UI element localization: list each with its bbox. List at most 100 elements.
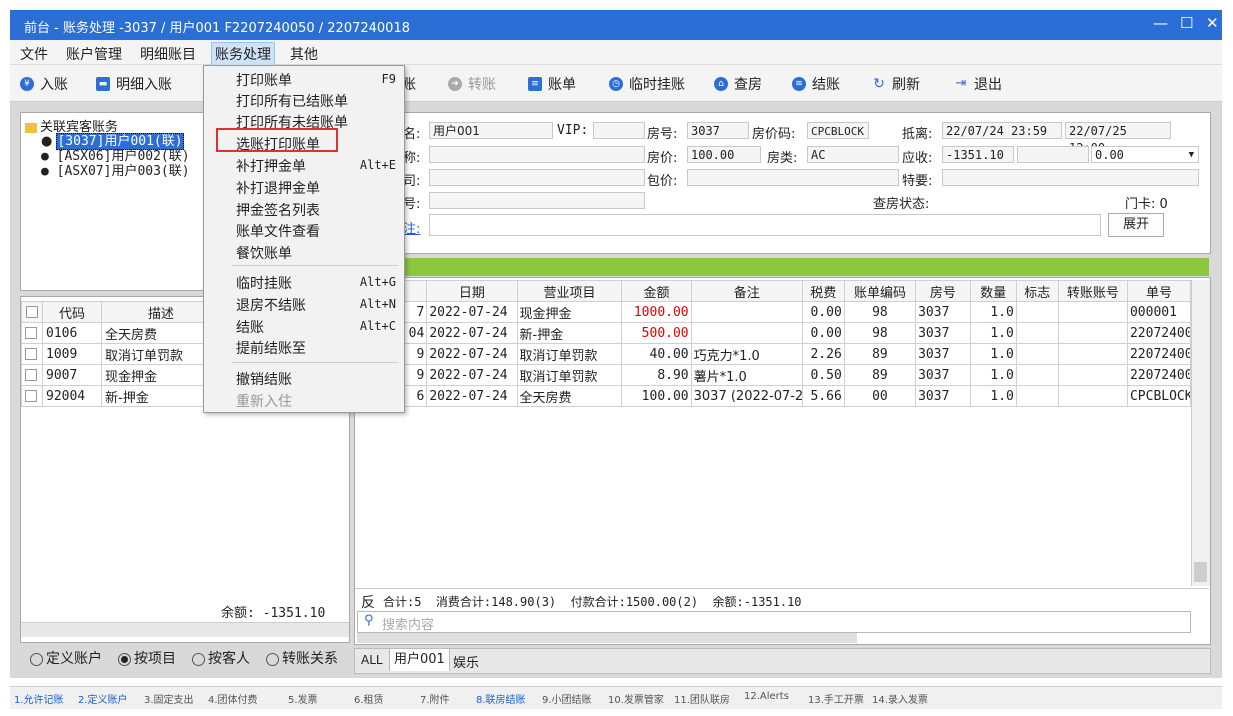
menu-item[interactable]: 餐饮账单 [236, 243, 292, 263]
tab-all[interactable]: ALL [361, 653, 383, 667]
table-row[interactable]: 9 2022-07-24 取消订单罚款 8.90 薯片*1.0 0.50 89 3037 1.0… [354, 364, 1192, 386]
row-checkbox[interactable] [25, 390, 37, 402]
room-field[interactable]: 3037 [687, 122, 749, 139]
grid-hscrollbar[interactable] [357, 633, 857, 643]
module-tab[interactable]: 13.手工开票 [808, 691, 864, 706]
guest-name-field[interactable]: 用户001 [429, 122, 553, 139]
menu-item[interactable]: 撤销结账 [236, 369, 292, 389]
col-header[interactable]: 营业项目 [516, 280, 623, 302]
menu-account-manage[interactable]: 账户管理 [66, 44, 122, 64]
menu-item[interactable]: 打印账单 [236, 70, 292, 90]
menu-item[interactable]: 临时挂账 [236, 273, 292, 293]
module-tab[interactable]: 6.租赁 [354, 691, 384, 706]
menu-other[interactable]: 其他 [290, 44, 318, 64]
exit-button[interactable]: ⇥ 退出 [954, 74, 1002, 94]
arrive-datetime[interactable]: 22/07/24 23:59 [942, 122, 1062, 139]
menu-item[interactable]: 押金签名列表 [236, 200, 320, 220]
tree-item-asx07[interactable]: ● [ASX07]用户003(联) [41, 160, 190, 179]
rate-code-field[interactable]: CPCBLOCK [807, 122, 869, 139]
grid-vscrollbar[interactable] [1191, 280, 1210, 586]
menu-item[interactable]: 提前结账至 [236, 338, 306, 358]
col-header[interactable]: 账单编码 [843, 280, 917, 302]
minimize-button[interactable]: — [1153, 14, 1168, 32]
menu-item[interactable]: 重新入住 [236, 391, 292, 411]
col-header[interactable]: 标志 [1015, 280, 1059, 302]
radio-transfer-relation[interactable]: 转账关系 [266, 648, 338, 668]
number-field[interactable] [429, 192, 645, 209]
table-row[interactable]: 9 2022-07-24 取消订单罚款 40.00 巧克力*1.0 2.26 89 3037 1… [354, 343, 1192, 365]
menu-item[interactable]: 补打退押金单 [236, 178, 320, 198]
left-hscrollbar[interactable] [21, 622, 349, 637]
vip-field[interactable] [593, 122, 645, 139]
col-code[interactable]: 代码 [42, 301, 102, 323]
menu-detail[interactable]: 明细账目 [140, 44, 196, 64]
check-room-button[interactable]: ⌂ 查房 [714, 74, 762, 94]
radio-define-account[interactable]: 定义账户 [30, 648, 102, 668]
module-tab[interactable]: 14.录入发票 [872, 691, 928, 706]
expand-button[interactable]: 展开 [1108, 213, 1164, 237]
module-tab[interactable]: 1.允许记账 [14, 691, 64, 706]
col-header[interactable]: 税费 [801, 280, 845, 302]
table-row[interactable]: 62022-07-24全天房费100.003037 (2022-07-24)5.… [354, 385, 1192, 407]
tab-entertainment[interactable]: 娱乐 [453, 652, 479, 671]
scroll-thumb[interactable] [1194, 562, 1207, 582]
rate-field[interactable]: 100.00 [687, 146, 761, 163]
row-checkbox[interactable] [25, 369, 37, 381]
room-type-field[interactable]: AC [807, 146, 899, 163]
receivable-field[interactable]: -1351.10 [942, 146, 1014, 163]
module-tab[interactable]: 10.发票管家 [608, 691, 664, 706]
company-field[interactable] [429, 169, 645, 186]
receivable-select[interactable]: 0.00 ▼ [1091, 146, 1199, 163]
module-tab[interactable]: 5.发票 [288, 691, 318, 706]
checkin-button[interactable]: ¥ 入账 [20, 74, 68, 94]
refresh-button[interactable]: ↻ 刷新 [872, 74, 920, 94]
module-tab[interactable]: 8.联房结账 [476, 691, 526, 706]
module-tab[interactable]: 3.固定支出 [144, 691, 194, 706]
module-tab[interactable]: 7.附件 [420, 691, 450, 706]
bill-button[interactable]: ≡ 账单 [528, 74, 576, 94]
close-button[interactable]: ✕ [1206, 14, 1219, 32]
select-all-checkbox[interactable] [26, 306, 38, 318]
menu-item[interactable]: 补打押金单 [236, 156, 306, 176]
tab-user001[interactable]: 用户001 [389, 649, 450, 671]
detail-entry-button[interactable]: ▬ 明细入账 [96, 74, 172, 94]
table-row[interactable]: 92004 新-押金 [21, 385, 221, 407]
row-checkbox[interactable] [25, 348, 37, 360]
col-header[interactable]: 数量 [969, 280, 1017, 302]
col-header[interactable]: 转账账号 [1057, 280, 1128, 302]
radio-by-item[interactable]: 按项目 [118, 648, 176, 668]
table-row[interactable]: 04 2022-07-24 新-押金 500.00 0.00 98 3037 1.0 22072… [354, 322, 1192, 344]
maximize-button[interactable]: ☐ [1180, 14, 1193, 32]
radio-by-guest[interactable]: 按客人 [192, 648, 250, 668]
table-row[interactable]: 0106 全天房费 [21, 322, 221, 344]
col-header[interactable]: 单号 [1126, 280, 1192, 302]
col-header[interactable]: 金额 [621, 280, 692, 302]
remark-link[interactable]: 注: [403, 218, 420, 237]
title-field[interactable] [429, 146, 645, 163]
special-field[interactable] [942, 169, 1199, 186]
transfer-button[interactable]: ➜ 转账 [448, 74, 496, 94]
module-tab[interactable]: 12.Alerts [744, 691, 789, 702]
search-placeholder[interactable]: 搜索内容 [382, 614, 434, 633]
col-header[interactable]: 房号 [915, 280, 971, 302]
leave-datetime[interactable]: 22/07/25 12:00 [1065, 122, 1171, 155]
settle-button[interactable]: ≋ 结账 [792, 74, 840, 94]
module-tab[interactable]: 2.定义账户 [78, 691, 128, 706]
menu-item[interactable]: 账单文件查看 [236, 221, 320, 241]
search-box[interactable]: ⚲ 搜索内容 [357, 611, 1191, 633]
module-tab[interactable]: 11.团队联房 [674, 691, 730, 706]
menu-item[interactable]: 结账 [236, 317, 264, 337]
menu-file[interactable]: 文件 [20, 44, 48, 64]
reverse-toggle[interactable]: 反 [361, 592, 375, 612]
table-row[interactable]: 9007 现金押金 [21, 364, 221, 386]
receivable-extra-field[interactable] [1017, 146, 1089, 163]
menu-billing[interactable]: 账务处理 [211, 42, 275, 66]
table-row[interactable]: 1009 取消订单罚款 [21, 343, 221, 365]
temp-hang-button[interactable]: ◷ 临时挂账 [609, 74, 685, 94]
menu-item[interactable]: 打印所有已结账单 [236, 91, 348, 111]
module-tab[interactable]: 9.小团结账 [542, 691, 592, 706]
col-header[interactable]: 日期 [426, 280, 518, 302]
menu-item[interactable]: 退房不结账 [236, 295, 306, 315]
table-row[interactable]: 7 2022-07-24 现金押金 1000.00 0.00 98 3037 1.0 00000… [354, 301, 1192, 323]
package-field[interactable] [687, 169, 899, 186]
